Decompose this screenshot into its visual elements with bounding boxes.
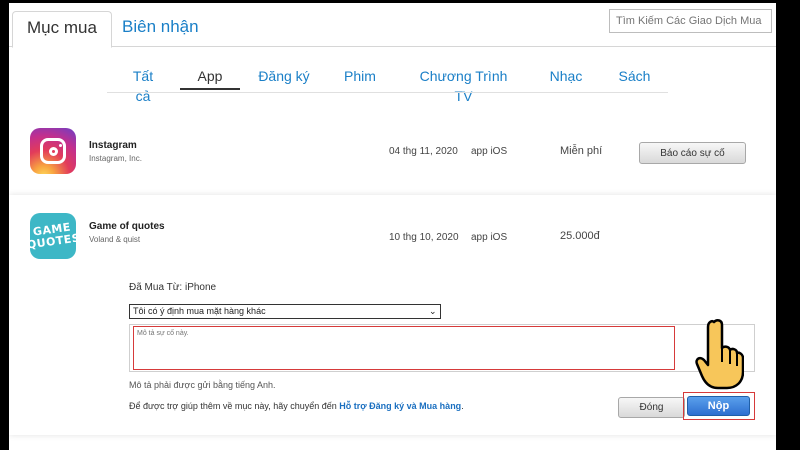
tab-tv-shows[interactable]: Chương Trình TV [411,66,516,104]
purchase-row-expanded: GAME QUOTES Game of quotes Voland & quis… [9,195,776,435]
report-problem-button[interactable]: Báo cáo sự cố [639,142,746,164]
category-tabs: Tất cả App Đăng ký Phim Chương Trình TV … [0,66,800,104]
purchase-price: 25.000đ [560,230,600,242]
camera-flash-dot [59,144,62,147]
camera-lens [49,147,58,156]
selected-reason: Tôi có ý định mua mặt hàng khác [133,306,266,316]
submit-highlight: Nộp [683,392,755,420]
app-name[interactable]: Instagram [89,140,137,151]
frame-right [776,0,800,450]
purchase-price: Miễn phí [560,145,603,157]
game-of-quotes-icon[interactable]: GAME QUOTES [26,213,81,259]
submit-button[interactable]: Nộp [687,396,750,416]
purchase-row: Instagram Instagram, Inc. 04 thg 11, 202… [9,118,776,193]
tab-app[interactable]: App [180,66,240,90]
pointing-hand-icon [695,319,744,390]
tab-books[interactable]: Sách [618,66,651,90]
help-suffix: . [461,401,464,411]
description-input[interactable] [133,326,675,370]
purchased-from-label: Đã Mua Từ: iPhone [129,282,217,293]
help-text: Để được trợ giúp thêm về mục này, hãy ch… [129,401,464,411]
english-requirement-note: Mô tả phải được gửi bằng tiếng Anh. [129,380,276,390]
camera-outline [40,138,66,164]
app-developer: Instagram, Inc. [89,154,142,163]
purchase-kind: app iOS [471,146,508,157]
app-developer: Voland & quist [89,235,141,244]
purchase-history-page: Mục mua Biên nhận Tất cả App Đăng ký Phi… [0,0,800,450]
purchase-date: 04 thg 11, 2020 [389,146,458,157]
tab-subscriptions[interactable]: Đăng ký [258,66,310,90]
search-input[interactable] [609,9,772,33]
help-prefix: Để được trợ giúp thêm về mục này, hãy ch… [129,401,340,411]
tab-receipts[interactable]: Biên nhận [108,11,213,48]
tab-purchases[interactable]: Mục mua [12,11,112,48]
top-tab-bar: Mục mua Biên nhận [9,3,776,48]
close-button[interactable]: Đóng [618,397,685,418]
purchase-kind: app iOS [471,232,508,243]
frame-left [0,0,9,450]
app-name[interactable]: Game of quotes [89,221,165,232]
tab-all[interactable]: Tất cả [124,66,162,104]
support-link[interactable]: Hỗ trợ Đăng ký và Mua hàng [339,401,461,411]
instagram-icon[interactable] [30,128,76,174]
category-divider [107,92,668,93]
frame-top [0,0,800,3]
chevron-down-icon: ⌄ [429,306,437,316]
tab-movies[interactable]: Phim [344,66,376,90]
tab-music[interactable]: Nhạc [549,66,583,90]
purchase-date: 10 thg 10, 2020 [389,232,459,243]
reason-select[interactable]: Tôi có ý định mua mặt hàng khác ⌄ [129,304,441,319]
icon-lettering: GAME QUOTES [26,220,82,252]
